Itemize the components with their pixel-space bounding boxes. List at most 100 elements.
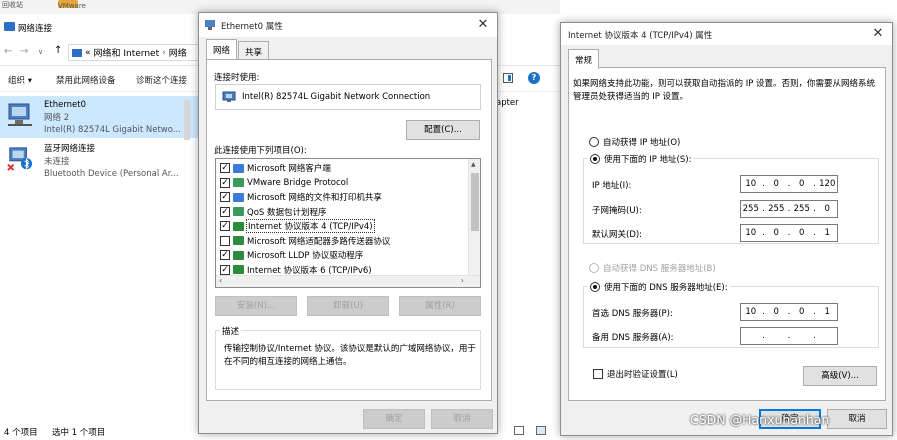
breadcrumb-prefix: «: [85, 47, 91, 58]
help-icon[interactable]: ?: [528, 72, 540, 84]
properties-cancel-button[interactable]: 取消: [431, 409, 493, 429]
component-item[interactable]: ✓ QoS 数据包计划程序: [220, 205, 327, 220]
tiles-view-icon[interactable]: [536, 426, 546, 435]
breadcrumb-item-network[interactable]: 网络: [169, 46, 187, 59]
details-view-icon[interactable]: [514, 426, 524, 435]
auto-ip-option[interactable]: 自动获得 IP 地址(O): [589, 136, 680, 148]
general-tab-panel: 如果网络支持此功能，则可以获取自动指派的 IP 设置。否则，你需要从网络系统管理…: [568, 67, 886, 401]
advanced-button[interactable]: 高级(V)...: [803, 366, 877, 386]
component-label: Microsoft 网络的文件和打印机共享: [247, 193, 382, 204]
adapter-ethernet0[interactable]: Ethernet0 网络 2 Intel(R) 82574L Gigabit N…: [0, 96, 200, 138]
component-checkbox[interactable]: ✓: [220, 192, 230, 203]
component-item[interactable]: ✓ Microsoft LLDP 协议驱动程序: [220, 248, 363, 263]
gateway-input[interactable]: 10. 0. 0. 1: [740, 224, 838, 242]
pref-dns-octet-3: 0: [799, 307, 805, 317]
ip-address-group: 使用下面的 IP 地址(S): IP 地址(I): 10. 0. 0. 120 …: [583, 153, 879, 244]
adapter-name: 蓝牙网络连接: [44, 144, 96, 154]
mask-octet-3: 255: [793, 204, 810, 214]
close-icon[interactable]: ✕: [475, 17, 491, 33]
ipv4-cancel-button[interactable]: 取消: [827, 409, 887, 429]
alternate-dns-input[interactable]: . . .: [740, 327, 838, 345]
component-checkbox[interactable]: ✓: [220, 163, 230, 174]
components-list[interactable]: ✓ Microsoft 网络客户端 ✓ VMware Bridge Protocol ✓…: [215, 158, 481, 288]
component-label: Microsoft 网络适配器多路传送器协议: [247, 236, 391, 247]
preferred-dns-label: 首选 DNS 服务器(P):: [592, 309, 673, 319]
scroll-right-icon[interactable]: ›: [461, 276, 464, 285]
up-arrow-icon[interactable]: ↑: [54, 45, 62, 56]
component-checkbox[interactable]: ✓: [220, 221, 230, 232]
mask-octet-4: 0: [824, 204, 830, 214]
diagnose-connection-button[interactable]: 诊断这个连接: [136, 74, 187, 86]
validate-label: 退出时验证设置(L): [607, 370, 678, 380]
octet-separator: .: [787, 331, 791, 341]
gateway-octet-4: 1: [824, 228, 830, 238]
manual-dns-radio[interactable]: [590, 282, 600, 292]
component-checkbox[interactable]: [220, 235, 230, 246]
scroll-up-icon[interactable]: ▲: [471, 161, 476, 168]
description-caption: 描述: [220, 325, 242, 337]
component-checkbox[interactable]: ✓: [220, 206, 230, 217]
forward-arrow-icon[interactable]: →: [20, 46, 28, 57]
component-item[interactable]: Microsoft 网络适配器多路传送器协议: [220, 234, 390, 249]
uninstall-button[interactable]: 卸载(U): [307, 296, 389, 316]
component-checkbox[interactable]: ✓: [220, 264, 230, 275]
manual-ip-option[interactable]: 使用下面的 IP 地址(S):: [588, 153, 694, 165]
disable-device-button[interactable]: 禁用此网络设备: [56, 74, 116, 86]
component-icon: [233, 265, 244, 275]
adapter-name: Ethernet0: [44, 100, 87, 110]
component-icon: [233, 192, 244, 202]
auto-dns-option[interactable]: 自动获得 DNS 服务器地址(B): [589, 262, 716, 274]
properties-ok-button[interactable]: 确定: [363, 409, 425, 429]
ethernet-properties-dialog: Ethernet0 属性 ✕ 网络 共享 连接时使用: Intel(R) 825…: [198, 12, 498, 434]
tab-network[interactable]: 网络: [206, 39, 238, 59]
auto-dns-label: 自动获得 DNS 服务器地址(B): [603, 264, 716, 274]
adapter-device: Intel(R) 82574L Gigabit Netwo...: [44, 125, 181, 135]
preferred-dns-input[interactable]: 10. 0. 0. 1: [740, 303, 838, 321]
tab-general[interactable]: 常规: [568, 49, 600, 69]
ipv4-title: Internet 协议版本 4 (TCP/IPv4) 属性: [568, 31, 713, 41]
scroll-thumb[interactable]: [471, 173, 479, 231]
alternate-dns-label: 备用 DNS 服务器(A):: [592, 333, 674, 343]
install-button[interactable]: 安装(N)...: [215, 296, 297, 316]
component-icon: [233, 178, 244, 188]
manual-ip-radio[interactable]: [590, 154, 600, 164]
component-item[interactable]: ✓ Internet 协议版本 4 (TCP/IPv4): [220, 219, 375, 234]
preview-pane-icon[interactable]: [503, 73, 513, 83]
configure-button[interactable]: 配置(C)...: [406, 120, 480, 140]
auto-dns-radio[interactable]: [589, 263, 599, 273]
ipv4-properties-dialog: Internet 协议版本 4 (TCP/IPv4) 属性 ✕ 常规 如果网络支…: [560, 22, 893, 436]
pref-dns-octet-2: 0: [773, 307, 779, 317]
component-item[interactable]: ✓ Microsoft 网络的文件和打印机共享: [220, 190, 382, 205]
auto-ip-label: 自动获得 IP 地址(O): [603, 138, 681, 148]
ip-octet-2: 0: [773, 179, 779, 189]
component-checkbox[interactable]: ✓: [220, 250, 230, 261]
ip-address-input[interactable]: 10. 0. 0. 120: [740, 175, 838, 193]
manual-dns-option[interactable]: 使用下面的 DNS 服务器地址(E):: [588, 281, 730, 293]
mask-octet-1: 255: [742, 204, 759, 214]
validate-option[interactable]: 退出时验证设置(L): [593, 368, 678, 380]
breadcrumb[interactable]: « 网络和 Internet › 网络: [68, 44, 206, 61]
component-checkbox[interactable]: ✓: [220, 177, 230, 188]
component-item[interactable]: ✓ VMware Bridge Protocol: [220, 176, 348, 191]
nic-icon: [222, 91, 236, 102]
breadcrumb-separator-icon: ›: [162, 47, 166, 58]
scroll-left-icon[interactable]: ‹: [219, 276, 222, 285]
component-properties-button[interactable]: 属性(R): [399, 296, 481, 316]
manual-ip-label: 使用下面的 IP 地址(S):: [604, 155, 692, 165]
close-icon[interactable]: ✕: [870, 26, 886, 42]
components-hscrollbar[interactable]: ‹ ›: [216, 275, 480, 287]
adapter-bluetooth[interactable]: 蓝牙网络连接 未连接 Bluetooth Device (Personal Ar…: [0, 140, 200, 182]
auto-ip-radio[interactable]: [589, 137, 599, 147]
description-text: 传输控制协议/Internet 协议。该协议是默认的广域网络协议，用于在不同的相…: [224, 344, 476, 367]
tab-sharing[interactable]: 共享: [238, 41, 270, 59]
organize-menu[interactable]: 组织 ▾: [8, 74, 32, 86]
subnet-mask-input[interactable]: 255. 255. 255. 0: [740, 200, 838, 218]
recent-locations-chevron-icon[interactable]: ∨: [38, 48, 43, 56]
network-adapter-icon: [205, 20, 215, 30]
validate-checkbox[interactable]: [593, 369, 603, 379]
breadcrumb-item-network-internet[interactable]: 网络和 Internet: [94, 46, 160, 59]
components-scrollbar[interactable]: ▲: [468, 159, 480, 287]
component-item[interactable]: ✓ Microsoft 网络客户端: [220, 161, 331, 176]
mask-octet-2: 255: [768, 204, 785, 214]
back-arrow-icon[interactable]: ←: [4, 46, 12, 57]
